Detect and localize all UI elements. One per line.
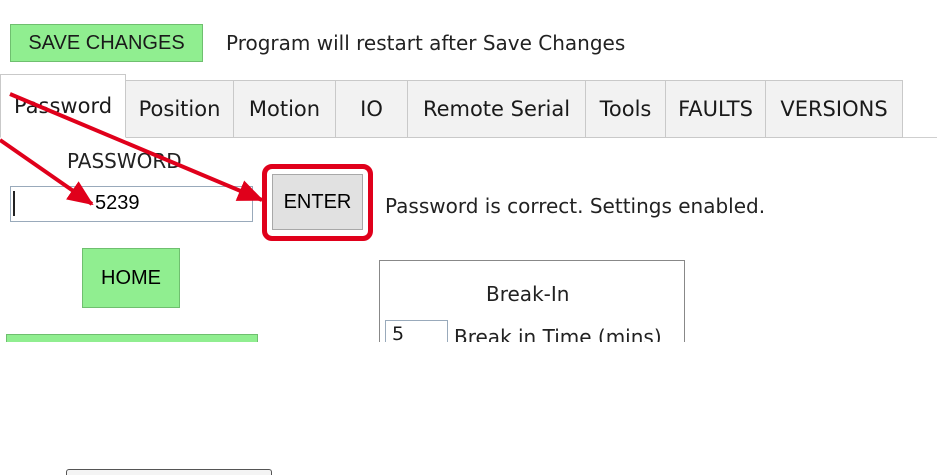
tab-motion[interactable]: Motion [234,80,336,138]
break-in-title: Break-In [486,282,570,306]
tab-password[interactable]: Password [0,74,126,138]
tab-io[interactable]: IO [336,80,408,138]
password-status-message: Password is correct. Settings enabled. [385,194,766,218]
text-caret [13,191,15,216]
restart-note: Program will restart after Save Changes [226,31,626,55]
password-label: PASSWORD [67,149,182,173]
break-in-time-label: Break in Time (mins) [454,325,662,342]
enter-highlight-annotation [262,164,373,241]
tab-faults[interactable]: FAULTS [666,80,766,138]
tab-tools[interactable]: Tools [586,80,666,138]
password-value: 5239 [95,192,140,214]
break-in-time-input[interactable]: 5 [385,320,448,342]
save-changes-button[interactable]: SAVE CHANGES [10,24,203,62]
tab-remote-serial[interactable]: Remote Serial [408,80,586,138]
green-action-button[interactable] [6,334,258,342]
password-tab-content: PASSWORD 5239 ENTER Password is correct.… [0,138,937,342]
tab-versions[interactable]: VERSIONS [766,80,903,138]
tab-position[interactable]: Position [126,80,234,138]
cropped-button-fragment [66,469,272,475]
home-button[interactable]: HOME [82,248,180,308]
